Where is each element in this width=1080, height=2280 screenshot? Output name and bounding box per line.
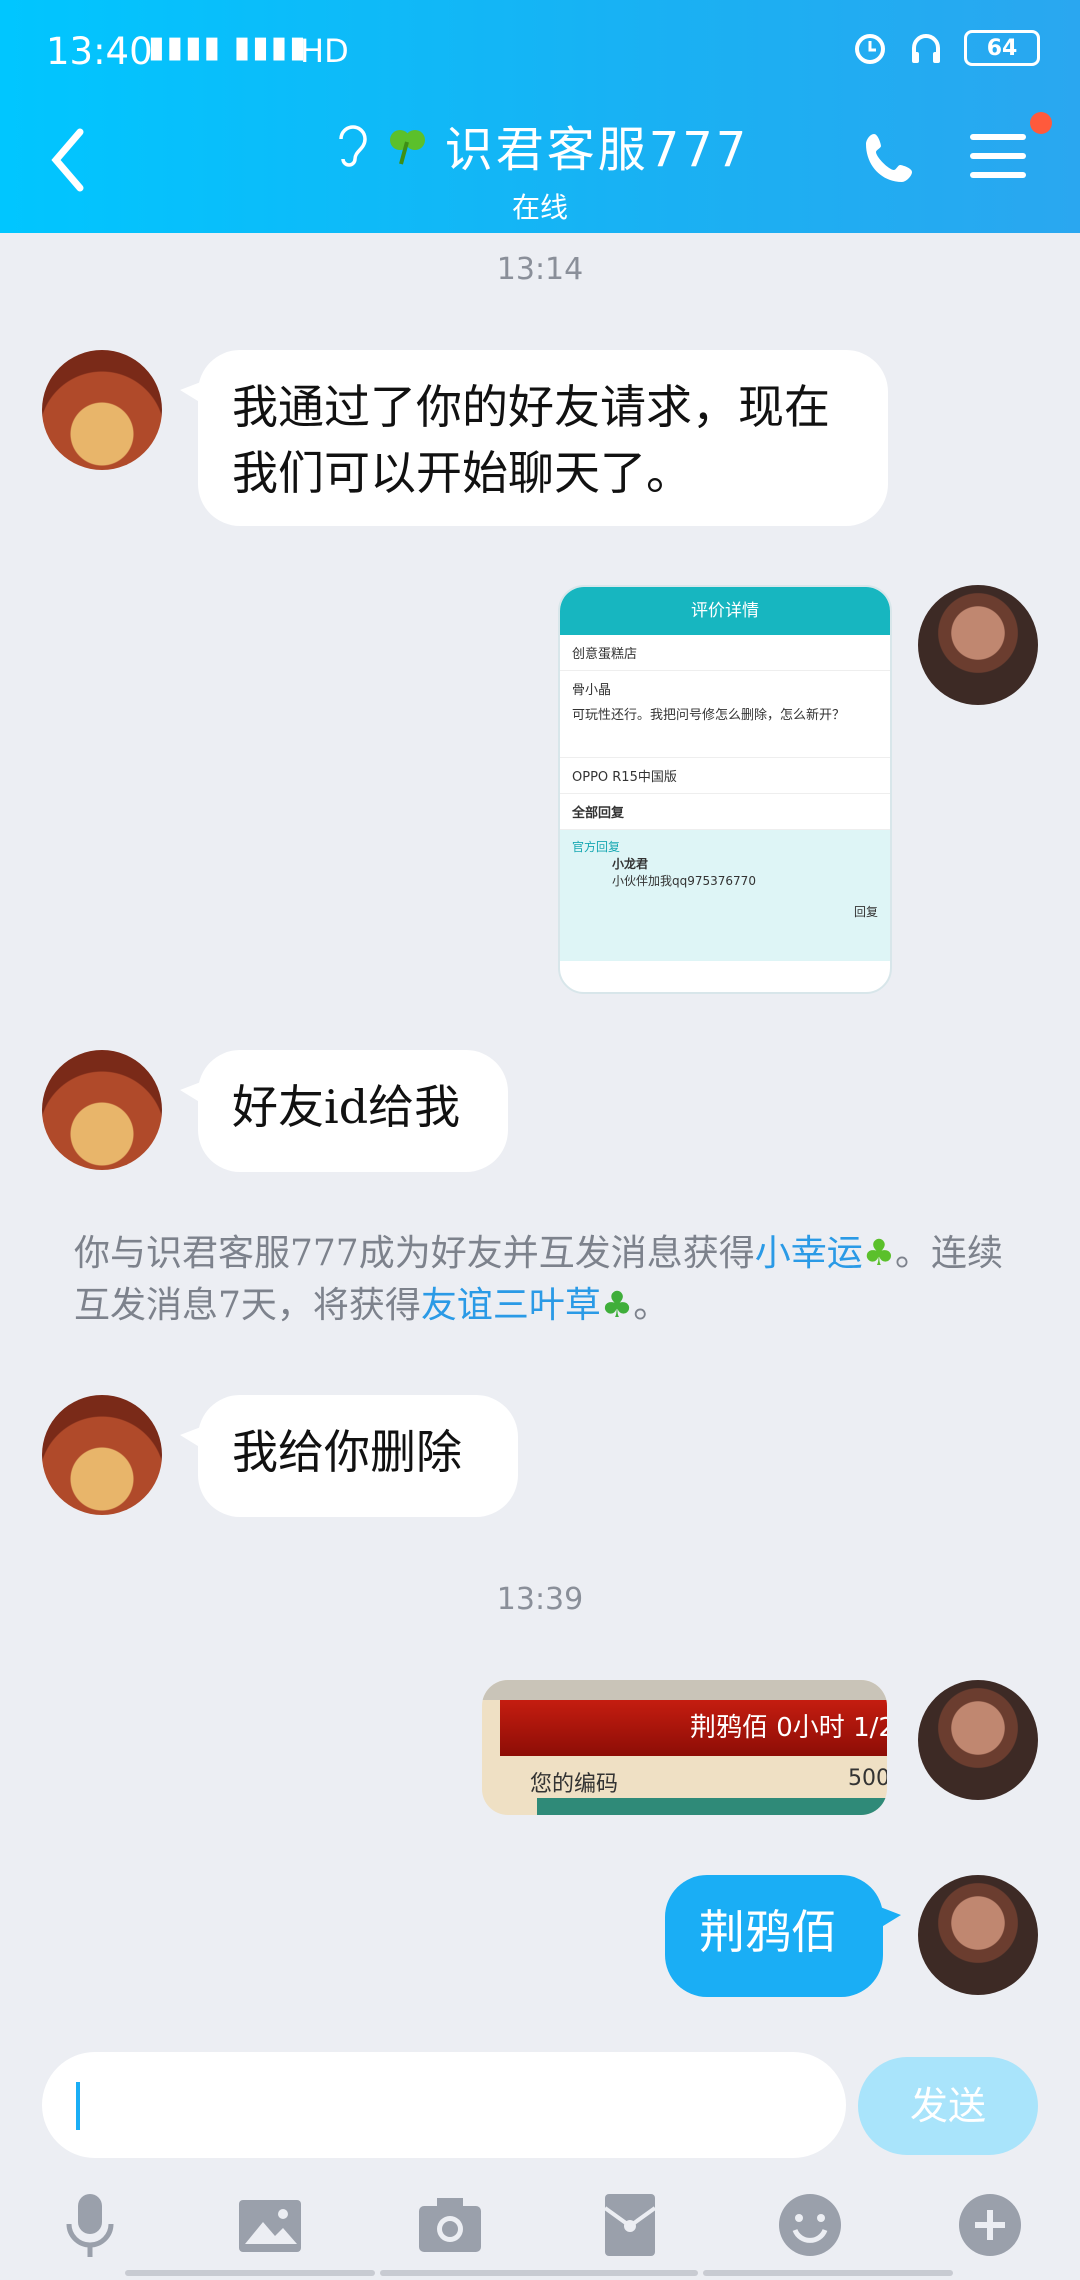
clover-icon: ♣ — [862, 1233, 896, 1274]
text-caret — [76, 2082, 80, 2130]
card-title: 评价详情 — [691, 601, 759, 621]
card-header: 评价详情 — [560, 587, 890, 635]
message-bubble[interactable]: 好友id给我 — [180, 1050, 508, 1172]
battery-icon: 64 — [964, 30, 1040, 66]
friendship-link[interactable]: 友谊三叶草 — [421, 1285, 601, 1326]
card-user: 骨小晶 — [572, 683, 612, 698]
game-bottom — [537, 1798, 887, 1815]
online-status: 在线 — [511, 191, 568, 224]
avatar[interactable] — [42, 1395, 162, 1515]
avatar[interactable] — [42, 1050, 162, 1170]
card-comment-text: 可玩性还行。我把问号修怎么删除，怎么新开？ — [572, 708, 846, 723]
image-message[interactable]: 荆鸦佰 0小时 1/2 您的编码 500 — [482, 1680, 887, 1815]
tab-indicator — [703, 2270, 953, 2276]
lucky-link[interactable]: 小幸运 — [755, 1233, 863, 1274]
avatar[interactable] — [42, 350, 162, 470]
sys-text: 。 — [633, 1285, 670, 1326]
game-bar: 荆鸦佰 0小时 1/2 — [500, 1700, 887, 1756]
redpacket-icon[interactable] — [595, 2190, 665, 2260]
camera-icon[interactable] — [415, 2190, 485, 2260]
card-device: OPPO R15中国版 — [560, 758, 890, 794]
system-message: 你与识君客服777成为好友并互发消息获得小幸运♣。连续互发消息7天，将获得友谊三… — [74, 1228, 1014, 1332]
game-row-value: 500 — [848, 1766, 887, 1791]
timestamp: 13:14 — [496, 252, 584, 287]
card-replies: 全部回复 — [560, 794, 890, 830]
title-area[interactable]: 识君客服777 在线 — [270, 110, 810, 226]
plus-icon[interactable] — [955, 2190, 1025, 2260]
message-bubble[interactable]: 我给你删除 — [180, 1395, 518, 1517]
title-text: 识君客服777 — [444, 122, 750, 178]
avatar[interactable] — [918, 585, 1038, 705]
back-icon[interactable] — [40, 120, 100, 200]
avatar[interactable] — [918, 1680, 1038, 1800]
card-reply-text: 小伙伴加我qq975376770 — [612, 874, 756, 888]
message-input[interactable] — [42, 2052, 846, 2158]
status-bar: 13:40 ▮▮▮▮ ▮▮▮▮ HD 64 — [0, 0, 1080, 100]
card-official: 官方回复 — [572, 840, 621, 854]
game-top — [482, 1680, 887, 1700]
mic-icon[interactable] — [55, 2190, 125, 2260]
status-right: 64 — [852, 30, 1040, 66]
clover-icon — [389, 130, 425, 165]
bottom-toolbar — [0, 2180, 1080, 2280]
game-row-label: 您的编码 — [530, 1772, 619, 1797]
send-button[interactable]: 发送 — [858, 2057, 1038, 2155]
card-shop: 创意蛋糕店 — [560, 635, 890, 671]
card-comment: 骨小晶 可玩性还行。我把问号修怎么删除，怎么新开？ — [560, 671, 890, 758]
sys-text: 你与识君客服777成为好友并互发消息获得 — [74, 1233, 755, 1274]
card-reply-button: 回复 — [853, 905, 878, 919]
card-replier: 小龙君 — [612, 857, 649, 871]
tab-indicator — [380, 2270, 698, 2276]
phone-icon[interactable] — [860, 128, 920, 188]
ear-icon — [338, 125, 367, 167]
tab-indicator — [125, 2270, 375, 2276]
chat-header: 13:40 ▮▮▮▮ ▮▮▮▮ HD 64 识君客服777 在线 — [0, 0, 1080, 233]
headset-icon — [912, 34, 940, 63]
menu-icon[interactable] — [970, 134, 1026, 184]
avatar[interactable] — [918, 1875, 1038, 1995]
notification-dot — [1030, 112, 1052, 134]
shamrock-icon: ♣ — [600, 1285, 634, 1326]
network-label: HD — [300, 32, 349, 70]
alarm-icon — [855, 34, 885, 64]
status-time: 13:40 — [46, 30, 153, 73]
message-bubble[interactable]: 荆鸦佰 — [665, 1875, 901, 1997]
image-icon[interactable] — [235, 2190, 305, 2260]
message-bubble[interactable]: 我通过了你的好友请求，现在我们可以开始聊天了。 — [180, 350, 888, 526]
game-row: 您的编码 500 — [530, 1766, 887, 1802]
card-shop-name: 创意蛋糕店 — [572, 647, 638, 662]
timestamp: 13:39 — [496, 1582, 584, 1617]
emoji-icon[interactable] — [775, 2190, 845, 2260]
signal-icon: ▮▮▮▮ ▮▮▮▮ — [148, 30, 308, 65]
image-message[interactable]: 评价详情 创意蛋糕店 骨小晶 可玩性还行。我把问号修怎么删除，怎么新开？ OPP… — [558, 585, 892, 994]
card-reply: 官方回复 小龙君 小伙伴加我qq975376770 回复 — [560, 830, 890, 961]
nav-bar: 识君客服777 在线 — [0, 100, 1080, 233]
page-title: 识君客服777 — [331, 110, 750, 180]
